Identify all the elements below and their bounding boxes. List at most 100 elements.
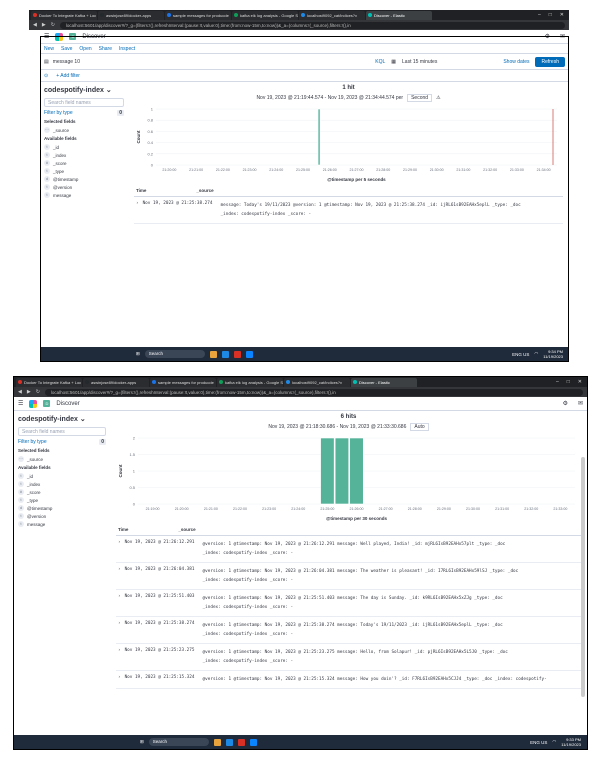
browser-tab[interactable]: aswinjose89/docker-apps <box>98 10 164 20</box>
histogram-chart[interactable]: 0 0.5 1 1.5 2 21:19:00 21:20:00 21:21:00 21:22:0… <box>116 434 581 524</box>
url-field[interactable]: localhost:5601/app/discover#/?_g=(filter… <box>59 21 565 29</box>
space-badge[interactable]: D <box>69 33 77 40</box>
nav-save[interactable]: Save <box>61 46 72 52</box>
expand-row-icon[interactable]: › <box>118 621 121 639</box>
time-column-header[interactable]: Time <box>118 527 128 532</box>
chrome-icon[interactable] <box>237 738 245 746</box>
expand-row-icon[interactable]: › <box>118 594 121 612</box>
field-item[interactable]: t _type <box>18 496 106 504</box>
maximize-icon[interactable]: □ <box>549 12 552 18</box>
back-icon[interactable]: ◀ <box>18 389 22 395</box>
expand-row-icon[interactable]: › <box>118 567 121 585</box>
windows-start-icon[interactable]: ⊞ <box>136 351 140 357</box>
browser-tab[interactable]: sample messages for producde <box>165 10 231 20</box>
maximize-icon[interactable]: □ <box>567 379 570 385</box>
file-explorer-icon[interactable] <box>209 350 217 358</box>
filter-by-type[interactable]: Filter by type 0 <box>44 110 124 116</box>
menu-icon[interactable]: ☰ <box>18 400 23 407</box>
browser-tab[interactable]: Docker To Integrate Kafka + Loc <box>31 10 97 20</box>
refresh-button[interactable]: Refresh <box>535 56 565 67</box>
vscode-icon[interactable] <box>249 738 257 746</box>
wifi-icon[interactable]: ◠ <box>534 351 538 357</box>
browser-tab[interactable]: Discover - Elastic <box>366 10 432 20</box>
histogram-bar[interactable] <box>349 437 364 505</box>
menu-icon[interactable]: ☰ <box>44 33 49 40</box>
forward-icon[interactable]: ▶ <box>42 22 46 28</box>
language-indicator[interactable]: ENG US <box>512 352 529 357</box>
clock[interactable]: 9:33 PM 11/19/2023 <box>561 737 581 747</box>
table-row[interactable]: › Nov 19, 2023 @ 21:25:51.403 @version: 1 … <box>116 590 581 617</box>
filter-options-icon[interactable]: ⊙ <box>44 73 48 79</box>
calendar-icon[interactable]: ▦ <box>391 59 396 65</box>
field-item[interactable]: t _id <box>18 472 106 480</box>
field-item[interactable]: t _index <box>44 151 124 159</box>
minimize-icon[interactable]: – <box>556 379 559 385</box>
histogram-bar[interactable] <box>317 108 321 166</box>
browser-tab[interactable]: sample messages for producde <box>150 377 216 387</box>
help-icon[interactable]: ⚙ <box>545 33 550 40</box>
nav-inspect[interactable]: Inspect <box>119 46 135 52</box>
table-row[interactable]: › Nov 19, 2023 @ 21:25:38.274 message: Tod… <box>134 197 563 224</box>
taskbar-search[interactable]: Search <box>148 738 209 746</box>
mail-icon[interactable]: ✉ <box>578 400 583 407</box>
close-icon[interactable]: ✕ <box>560 12 564 18</box>
interval-select[interactable]: Second <box>407 94 433 102</box>
index-pattern-select[interactable]: codespotify-index ⌄ <box>18 415 106 423</box>
field-item[interactable]: d @timestamp <box>18 504 106 512</box>
language-indicator[interactable]: ENG US <box>530 740 547 745</box>
filter-by-type[interactable]: Filter by type 0 <box>18 439 106 445</box>
browser-tab[interactable]: aswinjose89/docker-apps <box>83 377 149 387</box>
space-badge[interactable]: D <box>43 400 51 407</box>
field-item[interactable]: t _id <box>44 143 124 151</box>
field-item[interactable]: # _score <box>44 159 124 167</box>
field-item[interactable]: t _index <box>18 480 106 488</box>
time-picker[interactable]: Last 15 minutes <box>402 59 437 65</box>
histogram-bar[interactable] <box>334 437 350 505</box>
mail-icon[interactable]: ✉ <box>560 33 565 40</box>
field-item[interactable]: t @version <box>18 512 106 520</box>
index-pattern-select[interactable]: codespotify-index ⌄ <box>44 86 124 94</box>
wifi-icon[interactable]: ◠ <box>552 739 556 745</box>
clock[interactable]: 9:34 PM 11/19/2023 <box>543 349 563 359</box>
interval-select[interactable]: Auto <box>410 423 429 431</box>
expand-row-icon[interactable]: › <box>118 648 121 666</box>
expand-row-icon[interactable]: › <box>118 540 121 558</box>
nav-share[interactable]: Share <box>99 46 112 52</box>
saved-query-icon[interactable]: ▤ <box>44 59 49 65</box>
table-row[interactable]: › Nov 19, 2023 @ 21:26:12.291 @version: 1 … <box>116 536 581 563</box>
query-input[interactable]: ▤ message 10 <box>44 57 369 67</box>
forward-icon[interactable]: ▶ <box>27 389 31 395</box>
field-item[interactable]: ⋯ _source <box>44 126 124 134</box>
expand-row-icon[interactable]: › <box>118 675 121 684</box>
expand-row-icon[interactable]: › <box>136 201 139 219</box>
nav-open[interactable]: Open <box>79 46 91 52</box>
field-item[interactable]: ⋯ _source <box>18 455 106 463</box>
time-column-header[interactable]: Time <box>136 188 146 193</box>
browser-tab[interactable]: Discover - Elastic <box>351 377 417 387</box>
histogram-bar[interactable] <box>320 437 335 505</box>
nav-new[interactable]: New <box>44 46 54 52</box>
kql-toggle[interactable]: KQL <box>375 59 385 65</box>
url-field[interactable]: localhost:5601/app/discover#/?_g=(filter… <box>44 388 583 396</box>
browser-tab[interactable]: localhost9092_cat/indices?v <box>299 10 365 20</box>
edge-icon[interactable] <box>221 350 229 358</box>
show-dates-link[interactable]: Show dates <box>503 59 529 65</box>
back-icon[interactable]: ◀ <box>33 22 37 28</box>
field-search-input[interactable]: Search field names <box>44 98 124 107</box>
browser-tab[interactable]: kafka elk log analysis - Google S <box>217 377 283 387</box>
help-icon[interactable]: ⚙ <box>563 400 568 407</box>
table-row[interactable]: › Nov 19, 2023 @ 21:26:04.381 @version: 1 … <box>116 563 581 590</box>
field-item[interactable]: t message <box>44 191 124 199</box>
field-item[interactable]: # _score <box>18 488 106 496</box>
browser-tab[interactable]: localhost9092_cat/indices?v <box>284 377 350 387</box>
file-explorer-icon[interactable] <box>213 738 221 746</box>
scrollbar[interactable] <box>581 457 585 697</box>
reload-icon[interactable]: ↻ <box>36 389 40 395</box>
chrome-icon[interactable] <box>233 350 241 358</box>
field-item[interactable]: t message <box>18 520 106 528</box>
edge-icon[interactable] <box>225 738 233 746</box>
minimize-icon[interactable]: – <box>538 12 541 18</box>
taskbar-search[interactable]: Search <box>144 350 205 358</box>
table-row[interactable]: › Nov 19, 2023 @ 21:25:23.275 @version: 1 … <box>116 644 581 671</box>
field-item[interactable]: d @timestamp <box>44 175 124 183</box>
